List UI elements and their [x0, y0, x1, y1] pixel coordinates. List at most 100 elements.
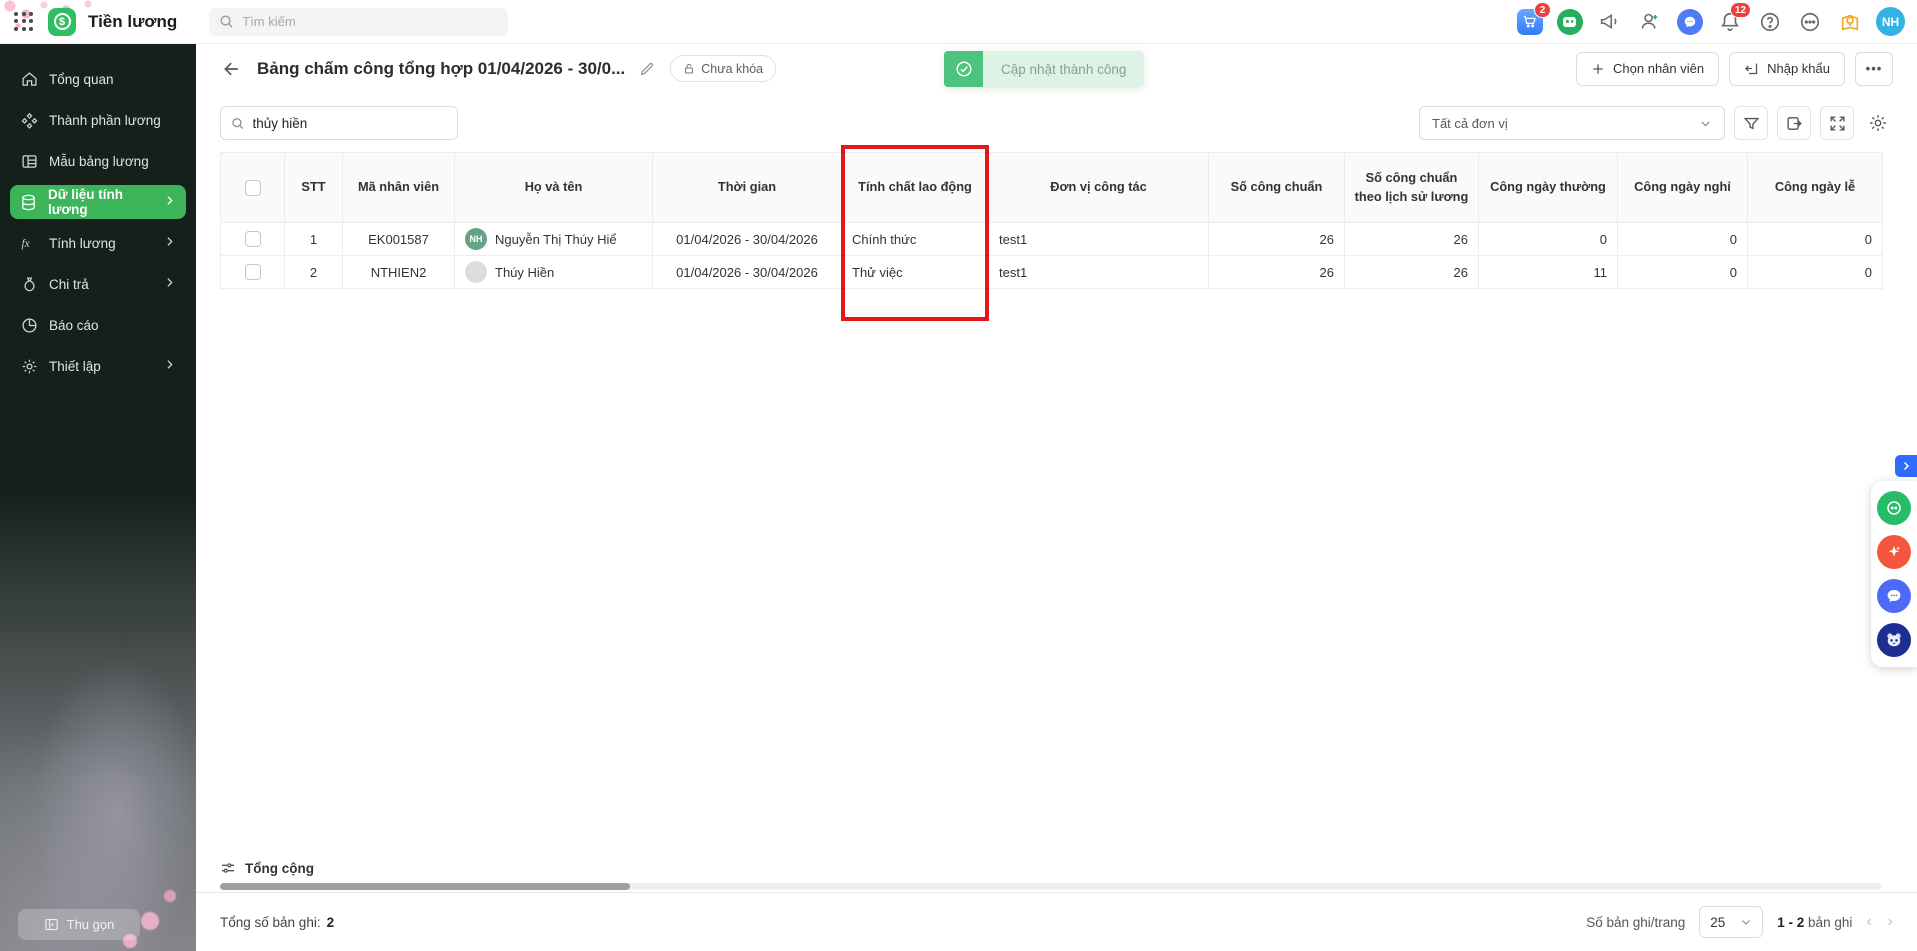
unit-filter-select[interactable]: Tất cả đơn vị	[1419, 106, 1725, 140]
table-settings-button[interactable]	[1863, 106, 1893, 140]
row-checkbox[interactable]	[244, 231, 261, 248]
cell-dayoff-days: 0	[1617, 255, 1748, 289]
cell-weekday-days: 11	[1478, 255, 1618, 289]
column-header-tinh-chat-lao-dong[interactable]: Tính chất lao động	[841, 152, 989, 223]
app-window: $ Tiền lương 2 12	[0, 0, 1917, 951]
sidebar-item-label: Tính lương	[49, 235, 116, 251]
summary-row[interactable]: Tổng cộng	[220, 856, 1882, 880]
sidebar-item-thanh-phan-luong[interactable]: Thành phần lương	[10, 103, 186, 137]
user-avatar[interactable]: NH	[1876, 7, 1905, 36]
collapse-label: Thu gọn	[66, 917, 115, 932]
sidebar-item-label: Tổng quan	[49, 71, 114, 87]
fullscreen-button[interactable]	[1820, 106, 1854, 140]
global-search-input[interactable]	[242, 14, 499, 29]
cell-unit: test1	[988, 255, 1209, 289]
more-apps-icon[interactable]	[1796, 8, 1823, 35]
collapse-sidebar-button[interactable]: Thu gọn	[18, 909, 140, 940]
employee-search-input[interactable]	[252, 115, 447, 131]
ai-sparkle-icon[interactable]	[1877, 535, 1911, 569]
messenger-icon[interactable]	[1676, 8, 1703, 35]
column-header-stt[interactable]: STT	[284, 152, 343, 223]
add-user-icon[interactable]	[1636, 8, 1663, 35]
column-header-so-cong-chuan-lich-su[interactable]: Số công chuẩn theo lịch sử lương	[1344, 152, 1479, 223]
search-icon	[220, 15, 233, 28]
column-header-cong-ngay-nghi[interactable]: Công ngày nghỉ	[1617, 152, 1748, 223]
cart-icon[interactable]: 2	[1516, 2, 1551, 35]
panda-bot-icon[interactable]	[1877, 623, 1911, 657]
megaphone-icon[interactable]	[1596, 8, 1623, 35]
cell-stt: 2	[284, 255, 343, 289]
per-page-value: 25	[1710, 914, 1726, 930]
sidebar-item-tinh-luong[interactable]: fx Tính lương	[10, 226, 186, 260]
column-header-cong-ngay-thuong[interactable]: Công ngày thường	[1478, 152, 1618, 223]
toolbar-right: Tất cả đơn vị	[1419, 106, 1893, 140]
idea-lightbulb-icon[interactable]	[1836, 8, 1863, 35]
cell-standard-days-history: 26	[1344, 222, 1479, 256]
column-header-thoi-gian[interactable]: Thời gian	[652, 152, 842, 223]
table-row[interactable]: 1 EK001587 NH Nguyễn Thị Thúy Hiể 01/04/…	[220, 222, 1883, 256]
row-checkbox[interactable]	[244, 264, 261, 281]
page-title: Bảng chấm công tổng hợp 01/04/2026 - 30/…	[257, 58, 626, 78]
next-page-button[interactable]: ›	[1888, 913, 1893, 931]
prev-page-button[interactable]: ‹	[1866, 913, 1871, 931]
employee-name-text: Nguyễn Thị Thúy Hiể	[495, 231, 617, 247]
edit-pencil-icon[interactable]	[639, 61, 655, 77]
more-options-button[interactable]: •••	[1855, 51, 1893, 86]
employee-avatar	[465, 261, 487, 283]
export-button[interactable]	[1777, 106, 1811, 140]
column-header-so-cong-chuan[interactable]: Số công chuẩn	[1208, 152, 1345, 223]
sidebar-item-mau-bang-luong[interactable]: Mẫu bảng lương	[10, 144, 186, 178]
search-icon	[232, 117, 244, 129]
message-bubble-icon[interactable]	[1877, 579, 1911, 613]
scrollbar-handle[interactable]	[220, 883, 630, 890]
topbar: $ Tiền lương 2 12	[0, 0, 1917, 44]
sidebar-item-tong-quan[interactable]: Tổng quan	[10, 62, 186, 96]
global-search[interactable]	[209, 7, 509, 36]
filter-button[interactable]	[1734, 106, 1768, 140]
column-header-ho-va-ten[interactable]: Họ và tên	[454, 152, 653, 223]
per-page-label: Số bản ghi/trang	[1586, 914, 1686, 930]
gear-icon	[1870, 115, 1886, 131]
select-all-checkbox[interactable]	[244, 179, 261, 196]
help-icon[interactable]	[1756, 8, 1783, 35]
notifications-bell-icon[interactable]: 12	[1716, 2, 1751, 35]
per-page-select[interactable]: 25	[1699, 906, 1764, 938]
cell-employee-code: NTHIEN2	[342, 255, 455, 289]
support-chat-icon[interactable]	[1877, 491, 1911, 525]
sidebar-item-chi-tra[interactable]: Chi trả	[10, 267, 186, 301]
sidebar-item-bao-cao[interactable]: Báo cáo	[10, 308, 186, 342]
chevron-right-icon	[163, 235, 176, 251]
total-records-value: 2	[326, 914, 335, 930]
app-grid-icon[interactable]	[14, 11, 34, 32]
page-header: Bảng chấm công tổng hợp 01/04/2026 - 30/…	[196, 44, 1917, 93]
chat-dock-toggle[interactable]	[1895, 455, 1917, 477]
horizontal-scrollbar[interactable]	[220, 883, 1882, 890]
check-circle-icon	[944, 51, 983, 87]
select-employee-button[interactable]: Chọn nhân viên	[1576, 51, 1720, 86]
sidebar-item-thiet-lap[interactable]: Thiết lập	[10, 349, 186, 383]
chat-dock	[1871, 481, 1917, 667]
sidebar-item-label: Mẫu bảng lương	[49, 153, 149, 169]
column-header-ma-nhan-vien[interactable]: Mã nhân viên	[342, 152, 455, 223]
sidebar-nav: Tổng quan Thành phần lương Mẫu bảng lươn…	[0, 44, 196, 383]
table-row[interactable]: 2 NTHIEN2 Thúy Hiền 01/04/2026 - 30/04/2…	[220, 255, 1883, 289]
column-header-don-vi-cong-tac[interactable]: Đơn vị công tác	[988, 152, 1209, 223]
import-button[interactable]: Nhập khẩu	[1729, 51, 1845, 86]
back-arrow-button[interactable]	[220, 57, 244, 81]
main-content: Bảng chấm công tổng hợp 01/04/2026 - 30/…	[196, 44, 1917, 951]
assistant-avatar-icon[interactable]	[1556, 8, 1583, 35]
sidebar-item-du-lieu-tinh-luong[interactable]: Dữ liệu tính lương	[10, 185, 186, 219]
template-icon	[20, 153, 38, 170]
sidebar-artwork	[0, 391, 196, 951]
expand-icon	[1829, 115, 1845, 131]
arrow-left-icon	[224, 62, 238, 75]
app-logo-icon[interactable]: $	[48, 7, 76, 36]
employee-search[interactable]	[220, 106, 458, 140]
money-bag-icon	[20, 276, 38, 293]
column-header-cong-ngay-le[interactable]: Công ngày lễ	[1747, 152, 1883, 223]
cell-standard-days: 26	[1208, 222, 1345, 256]
home-icon	[20, 71, 38, 88]
lock-status-badge[interactable]: Chưa khóa	[670, 55, 777, 82]
record-range-numbers: 1 - 2	[1777, 914, 1805, 930]
cell-labor-type: Thử việc	[841, 255, 989, 289]
